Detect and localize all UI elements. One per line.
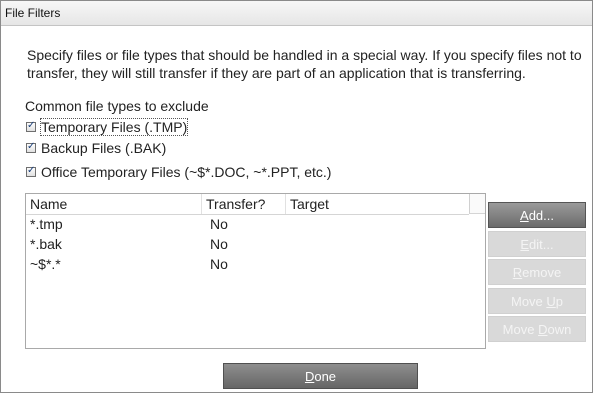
add-button-mnemonic: A	[520, 208, 529, 223]
exclude-heading: Common file types to exclude	[25, 98, 209, 114]
list-header-filler	[469, 194, 485, 214]
cell-transfer: No	[210, 216, 228, 232]
checkbox-label: Temporary Files (.TMP)	[39, 118, 189, 136]
table-row[interactable]: *.tmp No	[26, 216, 469, 233]
checkbox-backup-files[interactable]: ✓ Backup Files (.BAK)	[26, 139, 166, 157]
cell-target	[286, 236, 469, 253]
intro-text: Specify files or file types that should …	[27, 47, 582, 81]
move-up-button-mnemonic: U	[546, 294, 556, 309]
file-filter-list[interactable]: Name Transfer? Target *.tmp No *.bak No …	[25, 193, 486, 349]
checkmark-icon: ✓	[27, 120, 36, 131]
cell-name: *.bak	[30, 236, 62, 252]
cell-name: *.tmp	[30, 216, 63, 232]
table-row[interactable]: *.bak No	[26, 236, 469, 253]
remove-button-mnemonic: R	[512, 265, 523, 280]
cell-name: ~$*.*	[30, 256, 61, 272]
column-header-target[interactable]: Target	[286, 194, 469, 214]
checkbox-box[interactable]: ✓	[26, 165, 36, 177]
move-up-button-suffix: p	[555, 294, 564, 309]
cell-transfer: No	[210, 236, 228, 252]
checkbox-box[interactable]: ✓	[26, 141, 36, 153]
window-title: File Filters	[5, 6, 61, 20]
column-header-name[interactable]: Name	[26, 194, 202, 214]
edit-button[interactable]: Edit...	[488, 231, 586, 257]
done-button-mnemonic: D	[304, 369, 315, 384]
add-button[interactable]: Add...	[488, 202, 586, 228]
table-row[interactable]: ~$*.* No	[26, 256, 469, 273]
remove-button[interactable]: Remove	[488, 259, 586, 285]
checkmark-icon: ✓	[27, 165, 36, 176]
column-header-transfer[interactable]: Transfer?	[202, 194, 286, 214]
move-up-button[interactable]: Move Up	[488, 288, 586, 314]
remove-button-label: emove	[522, 265, 562, 280]
checkbox-box[interactable]: ✓	[26, 120, 36, 132]
cell-target	[286, 216, 469, 233]
checkbox-label: Backup Files (.BAK)	[41, 140, 167, 156]
checkbox-label: Office Temporary Files (~$*.DOC, ~*.PPT,…	[41, 164, 332, 180]
edit-button-mnemonic: E	[520, 237, 530, 252]
move-down-button-suffix: own	[547, 322, 572, 337]
move-down-button[interactable]: Move Down	[488, 316, 586, 342]
move-up-button-prefix: Move	[510, 294, 547, 309]
title-bar[interactable]: File Filters	[1, 1, 592, 26]
cell-target	[286, 256, 469, 273]
done-button-label: one	[314, 369, 337, 384]
done-button[interactable]: Done	[223, 363, 418, 389]
cell-transfer: No	[210, 256, 228, 272]
list-header: Name Transfer? Target	[26, 194, 469, 215]
checkbox-temporary-files[interactable]: ✓ Temporary Files (.TMP)	[26, 118, 189, 136]
checkbox-office-temporary-files[interactable]: ✓ Office Temporary Files (~$*.DOC, ~*.PP…	[26, 163, 331, 181]
file-filters-dialog: File Filters Specify files or file types…	[0, 0, 593, 393]
edit-button-label: dit...	[529, 237, 554, 252]
move-down-button-prefix: Move	[502, 322, 539, 337]
checkmark-icon: ✓	[27, 141, 36, 152]
add-button-label: dd...	[528, 208, 554, 223]
